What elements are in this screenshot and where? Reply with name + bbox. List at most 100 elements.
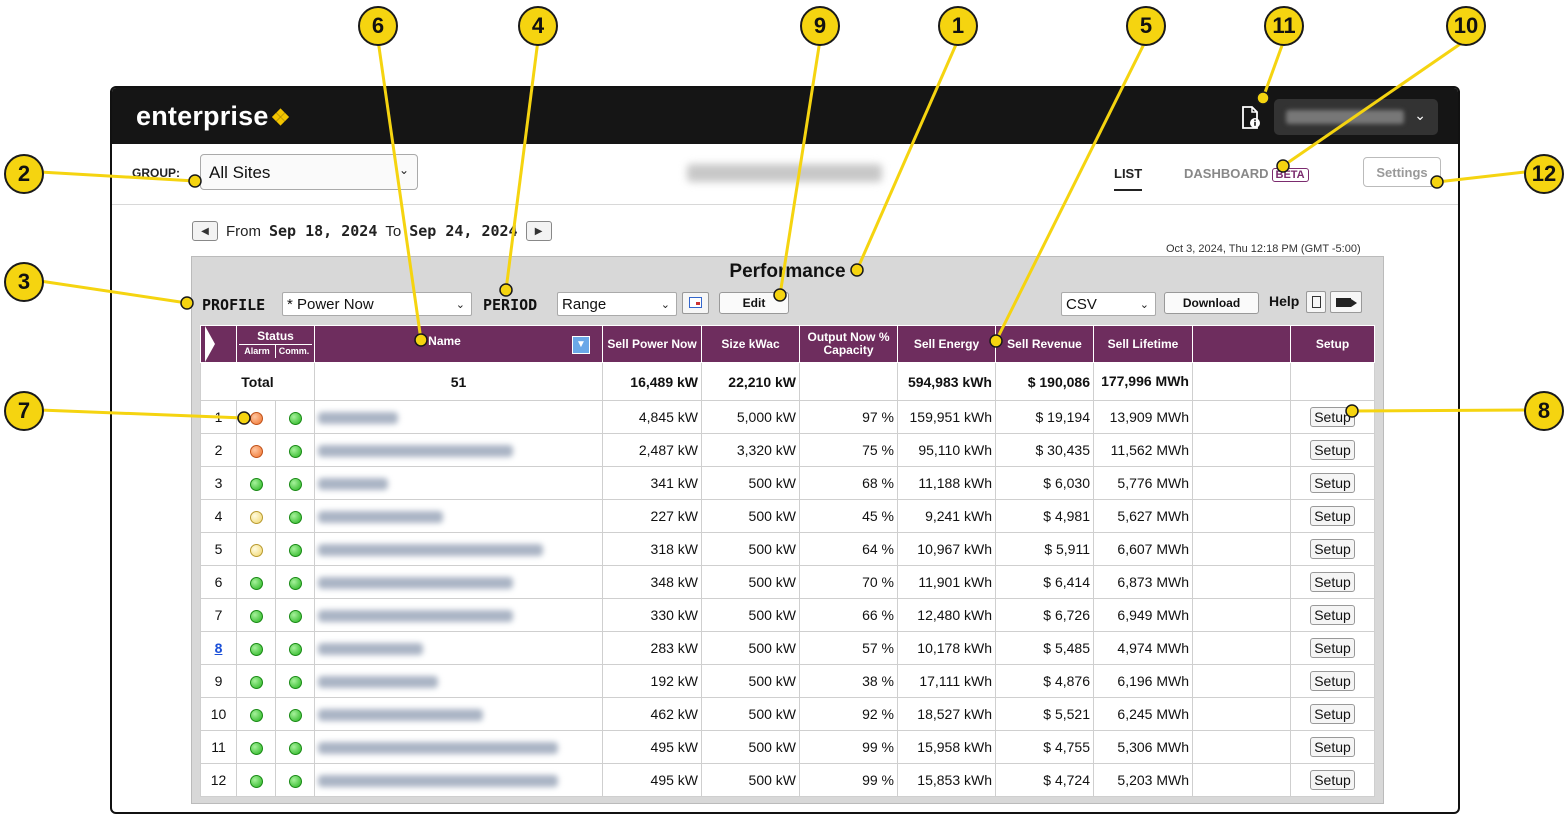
site-name-redacted[interactable] (318, 775, 558, 788)
logo-mark: ❖ (270, 105, 291, 130)
alarm-status-icon[interactable] (249, 774, 263, 788)
document-info-icon[interactable] (1240, 106, 1262, 130)
table-row[interactable]: 3 341 kW 500 kW 68 % 11,188 kWh $ 6,030 5,776 … (200, 466, 1375, 500)
tab-dashboard-label: DASHBOARD (1184, 166, 1269, 181)
alarm-status-icon[interactable] (249, 543, 263, 557)
sell-power-now: 348 kW (602, 565, 702, 599)
comm-status-icon[interactable] (288, 675, 302, 689)
site-name-redacted[interactable] (318, 412, 398, 425)
site-name-redacted[interactable] (318, 742, 558, 755)
comm-status-icon[interactable] (288, 411, 302, 425)
alarm-status-icon[interactable] (249, 741, 263, 755)
setup-button[interactable]: Setup (1310, 605, 1355, 625)
setup-button[interactable]: Setup (1310, 473, 1355, 493)
sell-energy: 11,188 kWh (897, 466, 996, 500)
comm-status-icon[interactable] (288, 444, 302, 458)
profile-select[interactable]: * Power Now ⌄ (282, 292, 472, 316)
export-format-select[interactable]: CSV ⌄ (1061, 292, 1156, 316)
alarm-status-icon[interactable] (249, 609, 263, 623)
edit-button[interactable]: Edit (719, 292, 789, 314)
logo: enterprise❖ (136, 101, 291, 132)
sell-revenue: $ 30,435 (995, 433, 1094, 467)
setup-cell: Setup (1290, 532, 1375, 566)
sort-chevron-icon[interactable]: ▼ (572, 335, 590, 354)
table-row[interactable]: 6 348 kW 500 kW 70 % 11,901 kWh $ 6,414 6,873 … (200, 565, 1375, 599)
site-name-redacted[interactable] (318, 544, 543, 557)
alarm-status-icon[interactable] (249, 675, 263, 689)
download-button[interactable]: Download (1164, 292, 1259, 314)
setup-button[interactable]: Setup (1310, 770, 1355, 790)
comm-status-icon[interactable] (288, 510, 302, 524)
size-kwac: 500 kW (701, 631, 800, 665)
tab-list[interactable]: LIST (1114, 166, 1143, 191)
setup-button[interactable]: Setup (1310, 539, 1355, 559)
period-select[interactable]: Range ⌄ (557, 292, 677, 316)
table-row[interactable]: 11 495 kW 500 kW 99 % 15,958 kWh $ 4,755 5,306… (200, 730, 1375, 764)
comm-status-icon[interactable] (288, 576, 302, 590)
table-row[interactable]: 9 192 kW 500 kW 38 % 17,111 kWh $ 4,876 6,196 … (200, 664, 1375, 698)
sell-power-now-header[interactable]: Sell Power Now (602, 325, 702, 363)
setup-button[interactable]: Setup (1310, 440, 1355, 460)
setup-button[interactable]: Setup (1310, 737, 1355, 757)
alarm-status-icon[interactable] (249, 444, 263, 458)
comm-status-icon[interactable] (288, 708, 302, 722)
site-name-redacted[interactable] (318, 577, 513, 590)
calendar-button[interactable] (682, 292, 709, 314)
group-select[interactable]: All Sites ⌄ (200, 154, 418, 190)
row-number-label[interactable]: 8 (215, 640, 223, 656)
user-menu[interactable]: ⌄ (1274, 99, 1438, 135)
output-capacity-header[interactable]: Output Now % Capacity (799, 325, 898, 363)
table-row[interactable]: 8 283 kW 500 kW 57 % 10,178 kWh $ 5,485 4,974 … (200, 631, 1375, 665)
chevron-down-icon: ⌄ (1414, 107, 1426, 123)
comm-status-icon[interactable] (288, 774, 302, 788)
output-capacity: 57 % (799, 631, 898, 665)
table-row[interactable]: 10 462 kW 500 kW 92 % 18,527 kWh $ 5,521 6,245… (200, 697, 1375, 731)
setup-button[interactable]: Setup (1310, 506, 1355, 526)
table-row[interactable]: 1 4,845 kW 5,000 kW 97 % 159,951 kWh $ 19,194… (200, 400, 1375, 434)
output-capacity: 38 % (799, 664, 898, 698)
site-name-redacted[interactable] (318, 643, 423, 656)
sell-energy-header[interactable]: Sell Energy (897, 325, 996, 363)
total-size: 22,210 kW (701, 362, 800, 401)
total-lifetime: 177,996 MWh (1093, 362, 1193, 401)
alarm-status-icon[interactable] (249, 642, 263, 656)
table-row[interactable]: 2 2,487 kW 3,320 kW 75 % 95,110 kWh $ 30,435 1… (200, 433, 1375, 467)
site-name-redacted[interactable] (318, 445, 513, 458)
table-row[interactable]: 12 495 kW 500 kW 99 % 15,853 kWh $ 4,724 5,203… (200, 763, 1375, 797)
settings-button[interactable]: Settings (1363, 157, 1441, 187)
site-name-redacted[interactable] (318, 709, 483, 722)
comm-status-icon[interactable] (288, 543, 302, 557)
alarm-status-icon[interactable] (249, 477, 263, 491)
row-expander[interactable] (200, 325, 237, 363)
size-kwac-header[interactable]: Size kWac (701, 325, 800, 363)
comm-status-icon[interactable] (288, 477, 302, 491)
help-video-icon[interactable] (1330, 291, 1362, 313)
comm-status-icon[interactable] (288, 642, 302, 656)
setup-button[interactable]: Setup (1310, 572, 1355, 592)
site-name-redacted[interactable] (318, 676, 438, 689)
alarm-status (236, 730, 276, 764)
alarm-status-icon[interactable] (249, 708, 263, 722)
tab-dashboard[interactable]: DASHBOARD BETA (1184, 166, 1309, 182)
setup-button[interactable]: Setup (1310, 671, 1355, 691)
setup-button[interactable]: Setup (1310, 407, 1355, 427)
comm-status-icon[interactable] (288, 609, 302, 623)
table-row[interactable]: 7 330 kW 500 kW 66 % 12,480 kWh $ 6,726 6,949 … (200, 598, 1375, 632)
comm-status-icon[interactable] (288, 741, 302, 755)
alarm-status-icon[interactable] (249, 510, 263, 524)
next-period-button[interactable]: ▶ (525, 221, 552, 241)
help-document-icon[interactable] (1306, 291, 1326, 313)
site-name-redacted[interactable] (318, 511, 443, 524)
sell-lifetime-header[interactable]: Sell Lifetime (1093, 325, 1193, 363)
setup-button[interactable]: Setup (1310, 638, 1355, 658)
site-name-redacted[interactable] (318, 478, 388, 491)
sell-revenue-header[interactable]: Sell Revenue (995, 325, 1094, 363)
alarm-status-icon[interactable] (249, 411, 263, 425)
prev-period-button[interactable]: ◀ (192, 221, 218, 241)
table-row[interactable]: 5 318 kW 500 kW 64 % 10,967 kWh $ 5,911 6,607 … (200, 532, 1375, 566)
alarm-status-icon[interactable] (249, 576, 263, 590)
name-header[interactable]: Name ▼ (314, 325, 603, 363)
setup-button[interactable]: Setup (1310, 704, 1355, 724)
table-row[interactable]: 4 227 kW 500 kW 45 % 9,241 kWh $ 4,981 5,627 M… (200, 499, 1375, 533)
site-name-redacted[interactable] (318, 610, 513, 623)
